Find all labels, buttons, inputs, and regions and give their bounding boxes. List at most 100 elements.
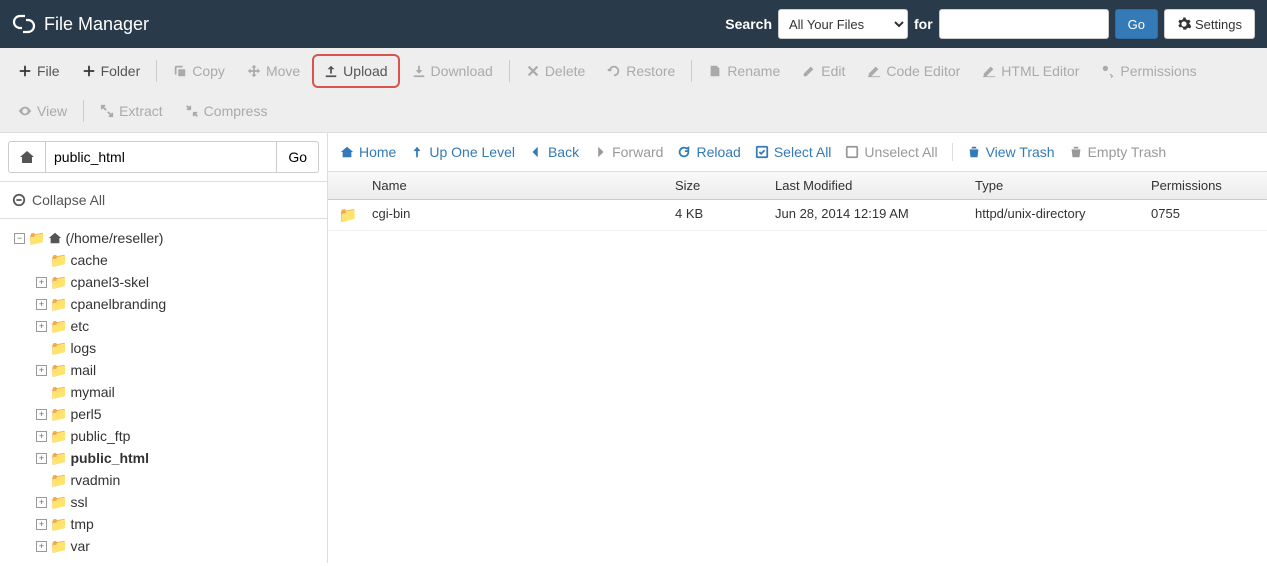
action-divider xyxy=(952,143,953,161)
download-button[interactable]: Download xyxy=(402,56,503,86)
table-row[interactable]: 📁cgi-bin4 KBJun 28, 2014 12:19 AMhttpd/u… xyxy=(328,200,1267,231)
tree-item[interactable]: +📁perl5 xyxy=(36,403,323,425)
compress-button[interactable]: Compress xyxy=(175,96,278,126)
tree-item-label: public_ftp xyxy=(70,425,130,447)
tree-item[interactable]: +📁ssl xyxy=(36,491,323,513)
gear-icon xyxy=(1177,17,1191,31)
tree-item-label: cpanel3-skel xyxy=(70,271,149,293)
folder-icon: 📁 xyxy=(50,425,67,447)
expand-toggle[interactable]: + xyxy=(36,321,47,332)
cell-permissions: 0755 xyxy=(1151,206,1267,224)
folder-icon: 📁 xyxy=(50,447,67,469)
view-button[interactable]: View xyxy=(8,96,77,126)
col-name[interactable]: Name xyxy=(368,178,675,193)
delete-button[interactable]: Delete xyxy=(516,56,595,86)
tree-item[interactable]: 📁logs xyxy=(36,337,323,359)
expand-toggle[interactable]: + xyxy=(36,409,47,420)
expand-toggle[interactable]: + xyxy=(36,497,47,508)
download-icon xyxy=(412,64,426,78)
tree-item-label: rvadmin xyxy=(70,469,120,491)
tree-item[interactable]: +📁public_html xyxy=(36,447,323,469)
col-permissions[interactable]: Permissions xyxy=(1151,178,1267,193)
app-logo: File Manager xyxy=(12,12,149,36)
delete-icon xyxy=(526,64,540,78)
code-editor-button[interactable]: Code Editor xyxy=(857,56,970,86)
toolbar-divider xyxy=(83,100,84,122)
collapse-icon xyxy=(12,193,26,207)
edit-button[interactable]: Edit xyxy=(792,56,855,86)
table-header: Name Size Last Modified Type Permissions xyxy=(328,172,1267,200)
move-button[interactable]: Move xyxy=(237,56,310,86)
expand-toggle xyxy=(36,475,47,486)
folder-icon: 📁 xyxy=(50,315,67,337)
search-scope-select[interactable]: All Your Files xyxy=(778,9,908,39)
expand-toggle[interactable]: + xyxy=(36,365,47,376)
toolbar-divider xyxy=(691,60,692,82)
arrow-left-icon xyxy=(529,145,543,159)
new-file-button[interactable]: File xyxy=(8,56,70,86)
search-input[interactable] xyxy=(939,9,1109,39)
collapse-toggle[interactable]: − xyxy=(14,233,25,244)
tree-item[interactable]: +📁cpanelbranding xyxy=(36,293,323,315)
home-path-button[interactable] xyxy=(8,141,46,173)
settings-button[interactable]: Settings xyxy=(1164,9,1255,39)
collapse-all-button[interactable]: Collapse All xyxy=(0,182,327,219)
tree-item[interactable]: 📁mymail xyxy=(36,381,323,403)
uncheck-icon xyxy=(845,145,859,159)
col-type[interactable]: Type xyxy=(975,178,1151,193)
up-level-action[interactable]: Up One Level xyxy=(410,144,515,160)
rename-button[interactable]: Rename xyxy=(698,56,790,86)
expand-toggle[interactable]: + xyxy=(36,277,47,288)
col-size[interactable]: Size xyxy=(675,178,775,193)
tree-item[interactable]: 📁rvadmin xyxy=(36,469,323,491)
folder-icon: 📁 xyxy=(50,359,67,381)
tree-root[interactable]: − 📁 (/home/reseller) xyxy=(14,227,323,249)
expand-toggle[interactable]: + xyxy=(36,519,47,530)
reload-action[interactable]: Reload xyxy=(677,144,740,160)
tree-item[interactable]: +📁public_ftp xyxy=(36,425,323,447)
tree-item[interactable]: 📁cache xyxy=(36,249,323,271)
pencil-icon xyxy=(802,64,816,78)
forward-action[interactable]: Forward xyxy=(593,144,663,160)
folder-icon: 📁 xyxy=(50,381,67,403)
view-trash-action[interactable]: View Trash xyxy=(967,144,1055,160)
cell-size: 4 KB xyxy=(675,206,775,224)
cell-modified: Jun 28, 2014 12:19 AM xyxy=(775,206,975,224)
search-go-button[interactable]: Go xyxy=(1115,9,1158,39)
expand-toggle[interactable]: + xyxy=(36,431,47,442)
expand-toggle[interactable]: + xyxy=(36,299,47,310)
table-body: 📁cgi-bin4 KBJun 28, 2014 12:19 AMhttpd/u… xyxy=(328,200,1267,231)
trash-icon xyxy=(967,145,981,159)
select-all-action[interactable]: Select All xyxy=(755,144,832,160)
tree-item[interactable]: +📁var xyxy=(36,535,323,557)
folder-icon: 📁 xyxy=(50,535,67,557)
path-go-button[interactable]: Go xyxy=(276,141,319,173)
html-editor-button[interactable]: HTML Editor xyxy=(972,56,1089,86)
expand-toggle[interactable]: + xyxy=(36,453,47,464)
move-icon xyxy=(247,64,261,78)
unselect-all-action[interactable]: Unselect All xyxy=(845,144,937,160)
folder-icon: 📁 xyxy=(50,337,67,359)
tree-item[interactable]: +📁tmp xyxy=(36,513,323,535)
expand-toggle[interactable]: + xyxy=(36,541,47,552)
content-pane: Home Up One Level Back Forward Reload Se… xyxy=(328,133,1267,563)
sidebar: Go Collapse All − 📁 (/home/reseller) 📁ca… xyxy=(0,133,328,563)
plus-icon xyxy=(18,64,32,78)
new-folder-button[interactable]: Folder xyxy=(72,56,151,86)
tree-item[interactable]: +📁etc xyxy=(36,315,323,337)
upload-button[interactable]: Upload xyxy=(312,54,399,88)
copy-button[interactable]: Copy xyxy=(163,56,235,86)
tree-item[interactable]: +📁cpanel3-skel xyxy=(36,271,323,293)
back-action[interactable]: Back xyxy=(529,144,579,160)
restore-button[interactable]: Restore xyxy=(597,56,685,86)
empty-trash-action[interactable]: Empty Trash xyxy=(1069,144,1167,160)
extract-button[interactable]: Extract xyxy=(90,96,173,126)
permissions-button[interactable]: Permissions xyxy=(1091,56,1206,86)
path-input[interactable] xyxy=(46,141,276,173)
tree-item[interactable]: +📁mail xyxy=(36,359,323,381)
home-action[interactable]: Home xyxy=(340,144,396,160)
tree-item-label: var xyxy=(70,535,89,557)
check-icon xyxy=(755,145,769,159)
tree-item-label: mymail xyxy=(70,381,114,403)
col-modified[interactable]: Last Modified xyxy=(775,178,975,193)
